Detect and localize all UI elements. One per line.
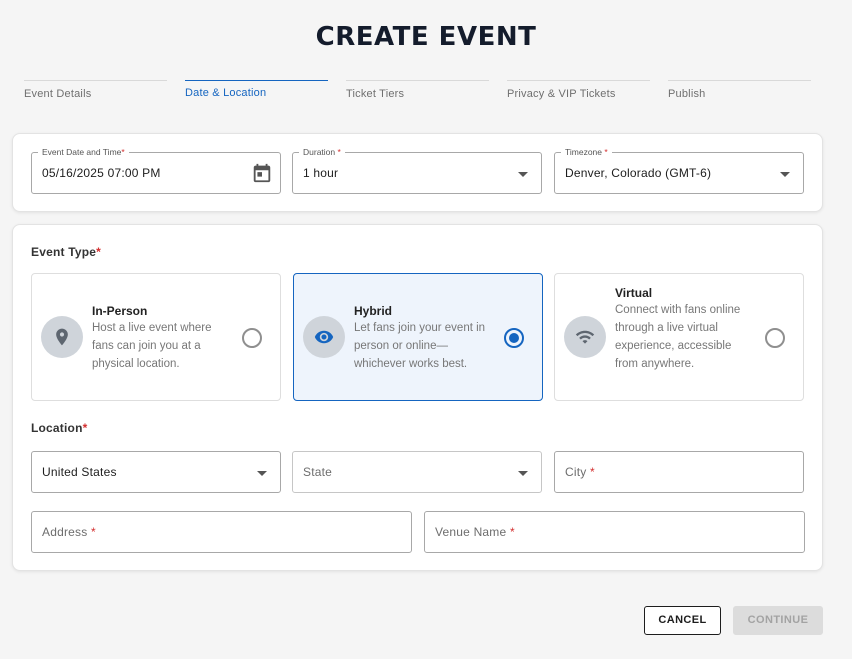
required-marker: * — [509, 525, 515, 539]
timezone-label: Timezone — [565, 147, 603, 157]
chevron-down-icon — [257, 471, 267, 476]
state-select[interactable]: State — [292, 451, 542, 493]
option-title: Hybrid — [354, 304, 393, 318]
chevron-down-icon — [518, 172, 528, 177]
continue-button[interactable]: CONTINUE — [733, 606, 823, 635]
duration-label: Duration — [303, 147, 336, 157]
location-pin-icon — [41, 316, 83, 358]
address-placeholder: Address — [42, 525, 88, 539]
step-privacy-vip-tickets[interactable]: Privacy & VIP Tickets — [507, 80, 650, 100]
option-description: Host a live event where fans can join yo… — [92, 322, 212, 370]
page-title: CREATE EVENT — [315, 22, 537, 52]
cancel-button[interactable]: CANCEL — [644, 606, 721, 635]
radio-virtual[interactable] — [765, 328, 785, 348]
state-placeholder: State — [303, 465, 333, 479]
required-marker: * — [590, 465, 595, 479]
required-marker: * — [337, 147, 341, 157]
option-description: Connect with fans online through a live … — [615, 304, 741, 370]
stepper: Event Details Date & Location Ticket Tie… — [24, 80, 812, 104]
location-label: Location — [31, 421, 83, 435]
duration-select[interactable]: Duration * 1 hour — [292, 147, 542, 194]
radio-hybrid[interactable] — [504, 328, 524, 348]
timezone-select[interactable]: Timezone * Denver, Colorado (GMT-6) — [554, 147, 804, 194]
required-marker: * — [82, 421, 88, 435]
required-marker: * — [90, 525, 96, 539]
wifi-icon — [564, 316, 606, 358]
address-field[interactable]: Address * — [31, 511, 412, 553]
eye-icon — [303, 316, 345, 358]
radio-in-person[interactable] — [242, 328, 262, 348]
step-date-location[interactable]: Date & Location — [185, 80, 328, 99]
datetime-card: Event Date and Time* 05/16/2025 07:00 PM… — [12, 133, 823, 212]
event-type-virtual[interactable]: Virtual Connect with fans online through… — [554, 273, 804, 401]
event-type-in-person[interactable]: In-Person Host a live event where fans c… — [31, 273, 281, 401]
timezone-value: Denver, Colorado (GMT-6) — [565, 166, 712, 180]
option-description: Let fans join your event in person or on… — [354, 322, 486, 370]
city-placeholder: City — [565, 465, 587, 479]
option-title: In-Person — [92, 304, 148, 318]
required-marker: * — [96, 245, 102, 259]
city-field[interactable]: City * — [554, 451, 804, 493]
step-event-details[interactable]: Event Details — [24, 80, 167, 100]
event-type-location-card: Event Type* In-Person Host a live event … — [12, 224, 823, 571]
venue-placeholder: Venue Name — [435, 525, 507, 539]
event-type-heading: Event Type* — [31, 245, 101, 259]
event-type-label: Event Type — [31, 245, 97, 259]
step-publish[interactable]: Publish — [668, 80, 811, 100]
required-marker: * — [604, 147, 608, 157]
chevron-down-icon — [518, 471, 528, 476]
venue-name-field[interactable]: Venue Name * — [424, 511, 805, 553]
required-marker: * — [121, 147, 125, 157]
event-type-hybrid[interactable]: Hybrid Let fans join your event in perso… — [293, 273, 543, 401]
event-date-field[interactable]: Event Date and Time* 05/16/2025 07:00 PM — [31, 147, 281, 194]
country-select[interactable]: United States — [31, 451, 281, 493]
location-heading: Location* — [31, 421, 87, 435]
option-title: Virtual — [615, 286, 653, 300]
country-value: United States — [42, 465, 117, 479]
chevron-down-icon — [780, 172, 790, 177]
event-date-label: Event Date and Time — [42, 147, 122, 157]
step-ticket-tiers[interactable]: Ticket Tiers — [346, 80, 489, 100]
event-date-value: 05/16/2025 07:00 PM — [42, 166, 161, 180]
duration-value: 1 hour — [303, 166, 339, 180]
calendar-icon[interactable] — [251, 162, 273, 189]
